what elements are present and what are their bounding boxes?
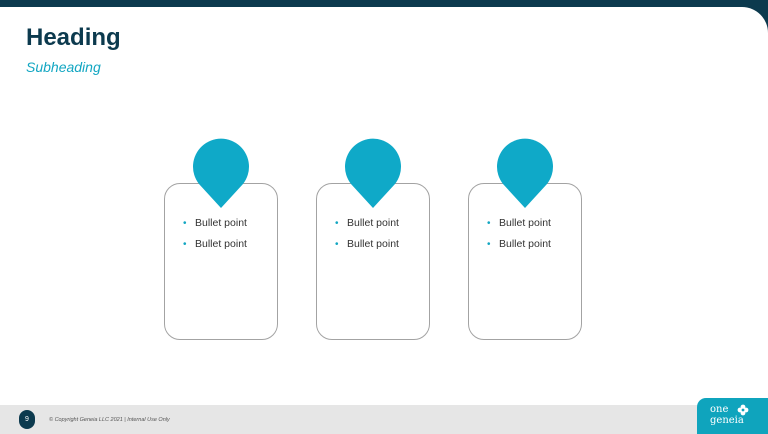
bullet-text: Bullet point — [347, 217, 399, 229]
bullet-icon: • — [487, 239, 491, 250]
bullet-icon: • — [183, 239, 187, 250]
logo-word-one: one — [710, 404, 729, 415]
bullet-icon: • — [487, 218, 491, 229]
bullet-item: • Bullet point — [335, 238, 399, 251]
bullet-item: • Bullet point — [183, 217, 247, 230]
slide-subheading: Subheading — [26, 59, 101, 75]
bullet-icon: • — [335, 239, 339, 250]
map-pin-icon — [497, 138, 553, 208]
map-pin-icon — [345, 138, 401, 208]
bullet-list-3: • Bullet point • Bullet point — [487, 217, 551, 259]
bullet-text: Bullet point — [499, 238, 551, 250]
bullet-item: • Bullet point — [335, 217, 399, 230]
bullet-item: • Bullet point — [487, 238, 551, 251]
bullet-text: Bullet point — [347, 238, 399, 250]
logo-word-geneia: geneia — [710, 415, 744, 426]
bullet-item: • Bullet point — [183, 238, 247, 251]
bullet-text: Bullet point — [499, 217, 551, 229]
bullet-item: • Bullet point — [487, 217, 551, 230]
bullet-icon: • — [183, 218, 187, 229]
bullet-text: Bullet point — [195, 238, 247, 250]
company-logo: one geneia — [697, 398, 768, 434]
bullet-text: Bullet point — [195, 217, 247, 229]
page-number-badge: 9 — [19, 410, 35, 429]
copyright-text: © Copyright Geneia LLC 2021 | Internal U… — [49, 417, 170, 423]
map-pin-icon — [193, 138, 249, 208]
bullet-list-1: • Bullet point • Bullet point — [183, 217, 247, 259]
bullet-list-2: • Bullet point • Bullet point — [335, 217, 399, 259]
slide-heading: Heading — [26, 24, 121, 51]
bullet-icon: • — [335, 218, 339, 229]
